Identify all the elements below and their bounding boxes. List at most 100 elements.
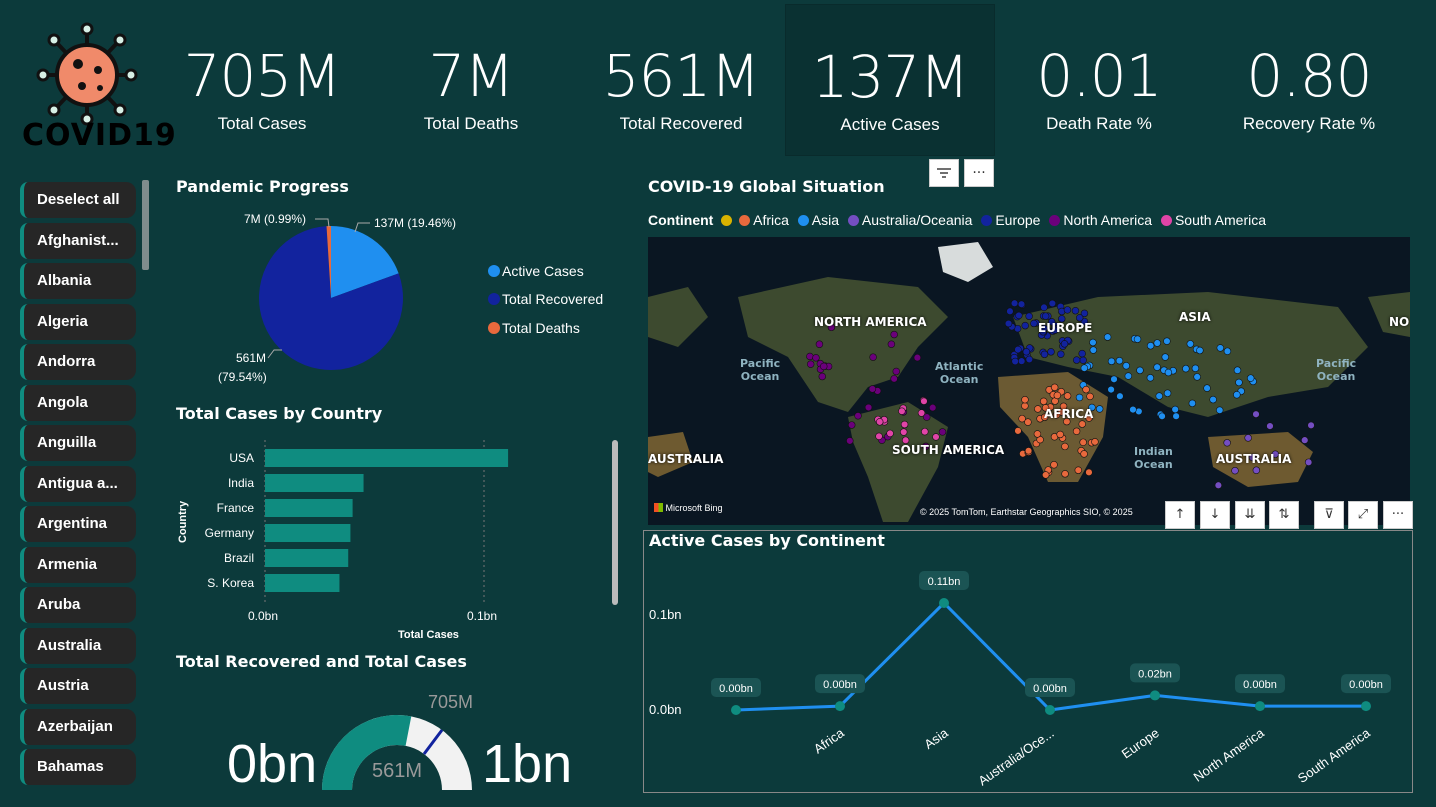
map-point[interactable] (1085, 468, 1093, 477)
map-point[interactable] (1129, 405, 1137, 414)
line-point[interactable] (939, 598, 949, 608)
map-point[interactable] (818, 372, 826, 381)
legend-total-deaths[interactable]: Total Deaths (502, 320, 580, 336)
map-point[interactable] (932, 433, 940, 441)
drill-down-button[interactable]: ↓ (1200, 501, 1230, 529)
map-point[interactable] (1223, 439, 1231, 447)
map-point[interactable] (898, 407, 906, 415)
map-point[interactable] (1252, 466, 1261, 474)
map-point[interactable] (1163, 337, 1171, 345)
map-point[interactable] (1235, 378, 1243, 387)
map-point[interactable] (1017, 300, 1026, 308)
slicer-item[interactable]: Andorra (20, 344, 136, 380)
map-point[interactable] (1161, 353, 1169, 361)
legend-total-recovered[interactable]: Total Recovered (502, 291, 603, 307)
map-point[interactable] (875, 432, 883, 441)
map-point[interactable] (1053, 391, 1062, 400)
map-point[interactable] (1107, 385, 1115, 394)
map-point[interactable] (1071, 307, 1080, 315)
map-point[interactable] (1182, 364, 1190, 373)
map-point[interactable] (854, 412, 862, 420)
map-point[interactable] (869, 353, 877, 361)
line-point[interactable] (1361, 701, 1371, 712)
legend-item-europe[interactable]: Europe (981, 212, 1040, 228)
map-point[interactable] (1124, 372, 1133, 380)
filter-button[interactable] (929, 159, 959, 187)
map-point[interactable] (892, 367, 900, 376)
map-point[interactable] (890, 375, 898, 383)
legend-item-oceania[interactable]: Australia/Oceania (847, 212, 972, 228)
slicer-item[interactable]: Austria (20, 668, 136, 704)
map-point[interactable] (1063, 306, 1072, 314)
drill-up-button[interactable]: ↑ (1165, 501, 1195, 529)
map-point[interactable] (1188, 399, 1197, 408)
map-point[interactable] (864, 403, 873, 412)
map-point[interactable] (1004, 319, 1013, 328)
map-point[interactable] (1214, 481, 1223, 489)
bar[interactable] (265, 574, 340, 592)
expand-next-level-button[interactable]: ⇅ (1269, 501, 1299, 529)
map-point[interactable] (1304, 458, 1313, 466)
map-point[interactable] (1021, 321, 1029, 330)
map-point[interactable] (1153, 339, 1161, 347)
more-options-button[interactable]: ··· (964, 159, 994, 187)
map-point[interactable] (1040, 350, 1049, 359)
map-point[interactable] (1011, 357, 1019, 366)
map-point[interactable] (1014, 427, 1022, 435)
map-point[interactable] (1091, 438, 1099, 446)
map-point[interactable] (1155, 392, 1163, 400)
map-point[interactable] (1030, 319, 1038, 328)
map-point[interactable] (812, 354, 820, 362)
map-point[interactable] (1014, 345, 1022, 354)
map-point[interactable] (1095, 405, 1104, 413)
slicer-item[interactable]: Afghanist... (20, 222, 136, 259)
map-point[interactable] (1050, 461, 1058, 469)
line-point[interactable] (1150, 690, 1160, 701)
map-point[interactable] (1041, 312, 1050, 320)
map-point[interactable] (1110, 375, 1118, 383)
legend-item-north-america[interactable]: North America (1049, 212, 1152, 228)
map-point[interactable] (1115, 356, 1124, 365)
map-point[interactable] (868, 385, 877, 393)
slicer-item[interactable]: Azerbaijan (20, 708, 136, 745)
kpi-death-rate[interactable]: 0.01 Death Rate % (994, 0, 1204, 160)
map-point[interactable] (1252, 410, 1260, 418)
map-point[interactable] (1203, 384, 1211, 392)
slicer-item[interactable]: Armenia (20, 546, 136, 583)
map-point[interactable] (1080, 450, 1088, 458)
map-point[interactable] (886, 429, 894, 438)
map-point[interactable] (1146, 342, 1155, 350)
map-point[interactable] (1153, 363, 1161, 371)
map-point[interactable] (1078, 420, 1086, 428)
slicer-item[interactable]: Antigua a... (20, 465, 136, 502)
slicer-item[interactable]: Angola (20, 384, 136, 421)
map-point[interactable] (1233, 366, 1242, 374)
slicer-deselect-all[interactable]: Deselect all (20, 182, 136, 218)
map-point[interactable] (1048, 299, 1057, 308)
map-point[interactable] (1079, 438, 1087, 446)
kpi-total-cases[interactable]: 705M Total Cases (157, 0, 367, 160)
map-point[interactable] (1301, 436, 1309, 444)
slicer-item[interactable]: Bahamas (20, 749, 136, 785)
bar[interactable] (265, 524, 351, 542)
map-point[interactable] (1025, 355, 1034, 364)
kpi-total-deaths[interactable]: 7M Total Deaths (366, 0, 576, 160)
map-point[interactable] (1074, 466, 1083, 474)
map-point[interactable] (1034, 405, 1042, 413)
map-point[interactable] (806, 360, 815, 368)
map-point[interactable] (1089, 338, 1097, 347)
map-point[interactable] (900, 428, 908, 436)
map-point[interactable] (1022, 348, 1031, 356)
bar-chart-scrollbar[interactable] (612, 440, 618, 605)
map-point[interactable] (1042, 471, 1050, 479)
slicer-item[interactable]: Australia (20, 627, 136, 664)
map-point[interactable] (1021, 402, 1029, 410)
map-point[interactable] (1080, 364, 1089, 372)
map-point[interactable] (1063, 392, 1072, 400)
bar[interactable] (265, 474, 364, 492)
map-point[interactable] (846, 437, 854, 445)
kpi-active-cases[interactable]: 137M Active Cases (785, 4, 995, 156)
slicer-item[interactable]: Argentina (20, 506, 136, 542)
map-point[interactable] (1010, 299, 1019, 307)
map-point[interactable] (1172, 412, 1180, 420)
